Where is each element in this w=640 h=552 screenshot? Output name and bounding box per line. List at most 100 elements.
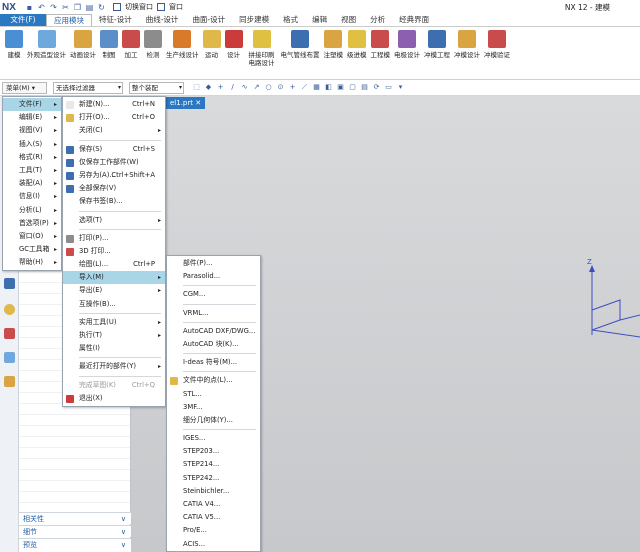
menu-item[interactable]: 文件(F) ▸ <box>3 98 61 112</box>
view-icon[interactable]: ▣ <box>336 83 345 92</box>
menu-item[interactable]: AutoCAD 块(K)... <box>167 338 260 351</box>
ribbon-button[interactable]: 动画设计 <box>68 27 98 79</box>
menu-item[interactable]: 首选项(P) ▸ <box>3 217 61 230</box>
ribbon-button[interactable]: 冲模工程 <box>422 27 452 79</box>
menu-item[interactable]: I-deas 符号(M)... <box>167 356 260 369</box>
ribbon-button[interactable]: 制图 <box>98 27 120 79</box>
point-icon[interactable]: + <box>216 83 225 92</box>
grid-icon[interactable]: ▦ <box>312 83 321 92</box>
menu-item[interactable]: 信息(I) ▸ <box>3 190 61 203</box>
nav-section-details[interactable]: 细节 ∨ <box>19 525 131 537</box>
menu-item[interactable]: Pro/E... <box>167 524 260 537</box>
redo-icon[interactable]: ↷ <box>48 2 59 13</box>
menu-item[interactable]: 退出(X) <box>63 392 165 405</box>
ribbon-tab[interactable]: 视图 <box>334 14 363 26</box>
menu-item[interactable]: 视图(V) ▸ <box>3 124 61 137</box>
ribbon-button[interactable]: 拼接印刷电路设计 <box>245 27 279 79</box>
menu-item[interactable]: 绘图(L)... Ctrl+P <box>63 258 165 271</box>
undo-icon[interactable]: ↶ <box>36 2 47 13</box>
menu-item[interactable]: 保存书签(B)... <box>63 195 165 208</box>
menu-item[interactable]: 插入(S) ▸ <box>3 138 61 151</box>
navigator-row[interactable] <box>19 459 130 470</box>
dropdown-icon[interactable]: ▾ <box>396 83 405 92</box>
ribbon-button[interactable]: 级进模 <box>345 27 369 79</box>
center-icon[interactable]: ⊙ <box>276 83 285 92</box>
tab-file[interactable]: 文件(F) <box>0 14 46 26</box>
menu-item[interactable]: 实用工具(U) ▸ <box>63 316 165 329</box>
selection-filter-combo[interactable]: 无选择过滤器 ▾ <box>53 81 123 94</box>
menu-item[interactable]: 关闭(C) ▸ <box>63 124 165 137</box>
ribbon-tab[interactable]: 同步建模 <box>232 14 276 26</box>
ribbon-button[interactable]: 电气管线布置 <box>279 27 322 79</box>
menu-item[interactable]: CATIA V4... <box>167 498 260 511</box>
menu-item[interactable]: 编辑(E) ▸ <box>3 111 61 124</box>
menu-item[interactable]: 新建(N)... Ctrl+N <box>63 98 165 111</box>
menu-item[interactable]: 导入(M) ▸ <box>63 271 165 285</box>
copy-icon[interactable]: ❐ <box>72 2 83 13</box>
menu-item[interactable]: STEP214... <box>167 458 260 471</box>
part-navigator-icon[interactable] <box>4 278 15 289</box>
curve-icon[interactable]: ∿ <box>240 83 249 92</box>
ribbon-button[interactable]: 冲模设计 <box>452 27 482 79</box>
ribbon-tab[interactable]: 格式 <box>276 14 305 26</box>
window-icon[interactable]: ▭ <box>384 83 393 92</box>
ribbon-button[interactable]: 建模 <box>3 27 25 79</box>
shade-icon[interactable]: ◧ <box>324 83 333 92</box>
nav-section-preview[interactable]: 预览 ∨ <box>19 538 131 552</box>
menu-item[interactable]: 3MF... <box>167 401 260 414</box>
ribbon-button[interactable]: 注塑模 <box>322 27 346 79</box>
navigator-row[interactable] <box>19 492 130 503</box>
menu-item[interactable]: 格式(R) ▸ <box>3 151 61 164</box>
ribbon-tab[interactable]: 曲面-设计 <box>185 14 232 26</box>
diagonal-icon[interactable]: ⟋ <box>300 83 309 92</box>
menu-item[interactable]: 工具(T) ▸ <box>3 164 61 177</box>
ribbon-tab[interactable]: 应用模块 <box>46 14 92 26</box>
menu-item[interactable]: 文件中的点(L)... <box>167 374 260 387</box>
menu-item[interactable]: 互操作(B)... <box>63 298 165 311</box>
ribbon-tab[interactable]: 特征-设计 <box>92 14 139 26</box>
menu-item[interactable]: 分析(L) ▸ <box>3 204 61 217</box>
menu-item[interactable]: 打印(P)... <box>63 232 165 245</box>
menu-item[interactable]: 属性(I) <box>63 342 165 355</box>
ribbon-button[interactable]: 设计 <box>223 27 245 79</box>
ribbon-button[interactable]: 运动 <box>201 27 223 79</box>
menu-item[interactable]: STEP203... <box>167 445 260 458</box>
navigator-row[interactable] <box>19 481 130 492</box>
menu-button[interactable]: 菜单(M) ▾ <box>2 81 47 94</box>
circle-icon[interactable]: ○ <box>264 83 273 92</box>
menu-item[interactable]: CGM... <box>167 288 260 301</box>
menu-item[interactable]: CATIA V5... <box>167 511 260 524</box>
menu-item[interactable]: GC工具箱 ▸ <box>3 243 61 256</box>
menu-item[interactable]: STL... <box>167 388 260 401</box>
plus-icon[interactable]: + <box>288 83 297 92</box>
nav-section-dependencies[interactable]: 相关性 ∨ <box>19 512 131 524</box>
menu-item[interactable]: AutoCAD DXF/DWG... <box>167 325 260 338</box>
navigator-row[interactable] <box>19 415 130 426</box>
navigator-row[interactable] <box>19 448 130 459</box>
ribbon-tab[interactable]: 编辑 <box>305 14 334 26</box>
repeat-icon[interactable]: ↻ <box>96 2 107 13</box>
menu-item[interactable]: 另存为(A)... Ctrl+Shift+A <box>63 169 165 182</box>
menu-item[interactable]: 装配(A) ▸ <box>3 177 61 190</box>
menu-item[interactable]: 仅保存工作部件(W) <box>63 156 165 169</box>
menu-item[interactable]: 保存(S) Ctrl+S <box>63 143 165 156</box>
ribbon-button[interactable]: 检测 <box>142 27 164 79</box>
cube-icon[interactable]: ◆ <box>204 83 213 92</box>
assembly-navigator-icon[interactable] <box>4 352 15 363</box>
line-icon[interactable]: / <box>228 83 237 92</box>
menu-item[interactable]: 导出(E) ▸ <box>63 284 165 297</box>
menu-item[interactable]: 最近打开的部件(Y) ▸ <box>63 360 165 373</box>
menu-item[interactable]: Parasolid... <box>167 270 260 283</box>
ribbon-button[interactable]: 生产线设计 <box>164 27 201 79</box>
menu-item[interactable]: STEP242... <box>167 472 260 485</box>
ribbon-button[interactable]: 电极设计 <box>392 27 422 79</box>
menu-item[interactable]: IGES... <box>167 432 260 445</box>
box-icon[interactable]: ▢ <box>348 83 357 92</box>
menu-item[interactable]: 帮助(H) ▸ <box>3 256 61 269</box>
ribbon-button[interactable]: 加工 <box>120 27 142 79</box>
menu-item[interactable]: 选项(T) ▸ <box>63 214 165 227</box>
navigator-row[interactable] <box>19 426 130 437</box>
menu-item[interactable]: 执行(T) ▸ <box>63 329 165 342</box>
layer-icon[interactable]: ▤ <box>360 83 369 92</box>
refresh-icon[interactable]: ⟳ <box>372 83 381 92</box>
